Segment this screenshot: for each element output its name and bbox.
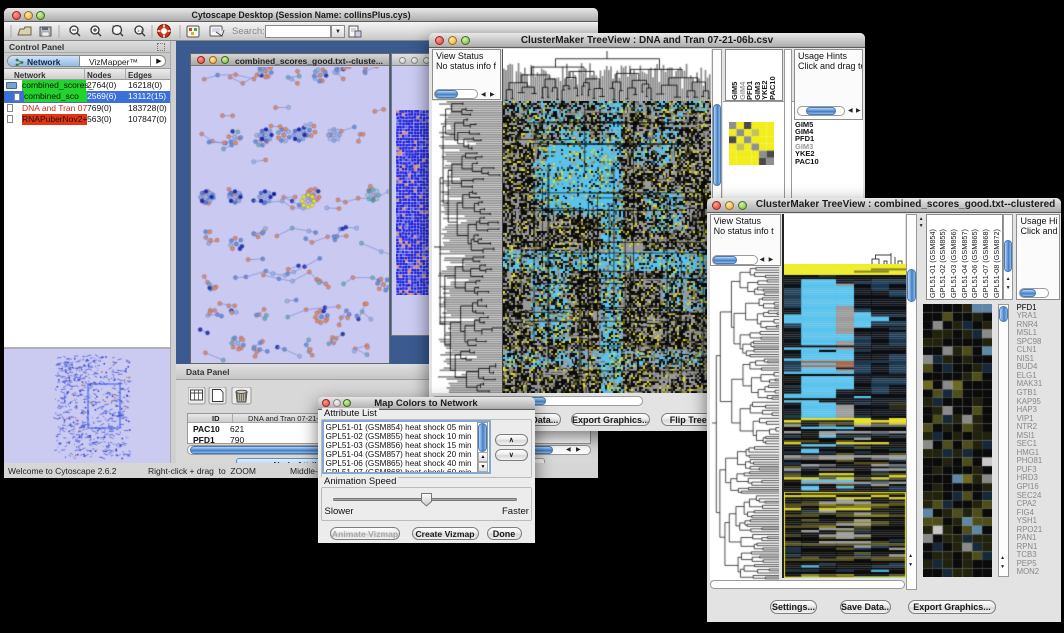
svg-text:1:1: 1:1 [137, 28, 143, 33]
